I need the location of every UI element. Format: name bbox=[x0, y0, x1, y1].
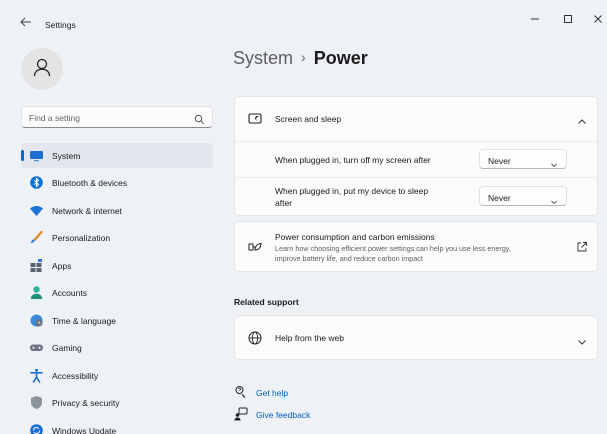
external-link-icon[interactable] bbox=[576, 240, 588, 252]
app-title: Settings bbox=[45, 20, 76, 30]
chevron-down-icon[interactable] bbox=[577, 334, 587, 345]
sidebar-item-label: Apps bbox=[52, 261, 72, 271]
monitor-icon bbox=[29, 148, 44, 163]
sleep-dropdown[interactable]: Never bbox=[479, 186, 567, 206]
sidebar-item-gaming[interactable]: Gaming bbox=[21, 335, 213, 360]
apps-icon bbox=[29, 258, 44, 273]
feedback-icon bbox=[234, 407, 248, 421]
sleep-label-line1: When plugged in, put my device to sleep bbox=[275, 186, 429, 196]
sidebar-item-apps[interactable]: Apps bbox=[21, 253, 213, 278]
divider bbox=[235, 141, 597, 142]
divider bbox=[235, 177, 597, 178]
search-placeholder: Find a setting bbox=[29, 113, 81, 123]
gamepad-icon bbox=[29, 340, 44, 355]
sidebar-item-label: System bbox=[52, 151, 81, 161]
back-arrow-icon[interactable] bbox=[18, 14, 34, 30]
globe-icon bbox=[247, 330, 263, 346]
screen-sleep-title: Screen and sleep bbox=[275, 114, 342, 124]
sidebar-item-label: Network & internet bbox=[52, 206, 122, 216]
chevron-up-icon[interactable] bbox=[577, 114, 587, 124]
minimize-button[interactable] bbox=[528, 12, 542, 26]
help-from-web-title: Help from the web bbox=[275, 333, 344, 343]
sidebar-item-label: Accessibility bbox=[52, 371, 99, 381]
sidebar-item-label: Personalization bbox=[52, 233, 111, 243]
update-icon bbox=[29, 423, 44, 434]
page-title: Power bbox=[313, 48, 368, 68]
power-carbon-card[interactable]: Power consumption and carbon emissions L… bbox=[234, 221, 598, 272]
sidebar-item-label: Windows Update bbox=[52, 426, 117, 434]
screen-sleep-icon bbox=[247, 111, 263, 127]
wifi-icon bbox=[29, 203, 44, 218]
sidebar-item-bluetooth[interactable]: Bluetooth & devices bbox=[21, 170, 213, 195]
sidebar-item-label: Gaming bbox=[52, 343, 82, 353]
help-person-icon bbox=[234, 385, 248, 399]
screen-sleep-card: Screen and sleep When plugged in, turn o… bbox=[234, 96, 598, 216]
screen-off-label: When plugged in, turn off my screen afte… bbox=[275, 155, 431, 165]
screen-sleep-header[interactable]: Screen and sleep bbox=[235, 97, 597, 141]
power-carbon-desc-line1: Learn how choosing efficient power setti… bbox=[275, 244, 511, 253]
sidebar-item-system[interactable]: System bbox=[21, 143, 213, 168]
close-button[interactable] bbox=[591, 12, 605, 26]
selection-indicator bbox=[21, 150, 24, 161]
bluetooth-icon bbox=[29, 175, 44, 190]
related-support-heading: Related support bbox=[234, 297, 299, 307]
person-icon bbox=[29, 285, 44, 300]
dropdown-value: Never bbox=[488, 193, 511, 203]
help-from-web-card[interactable]: Help from the web bbox=[234, 315, 598, 360]
sidebar-item-label: Accounts bbox=[52, 288, 87, 298]
accessibility-icon bbox=[29, 368, 44, 383]
sidebar-item-personalization[interactable]: Personalization bbox=[21, 225, 213, 250]
sidebar-item-label: Bluetooth & devices bbox=[52, 178, 128, 188]
sidebar-item-privacy-security[interactable]: Privacy & security bbox=[21, 390, 213, 415]
sidebar-item-accounts[interactable]: Accounts bbox=[21, 280, 213, 305]
screen-off-dropdown[interactable]: Never bbox=[479, 149, 567, 169]
sidebar-item-accessibility[interactable]: Accessibility bbox=[21, 363, 213, 388]
sidebar-item-network[interactable]: Network & internet bbox=[21, 198, 213, 223]
search-icon[interactable] bbox=[194, 112, 205, 125]
globe-clock-icon bbox=[29, 313, 44, 328]
maximize-button[interactable] bbox=[561, 12, 575, 26]
title-bar: Settings bbox=[0, 0, 607, 36]
breadcrumb-separator: › bbox=[301, 49, 306, 65]
sidebar-item-windows-update[interactable]: Windows Update bbox=[21, 418, 213, 434]
power-carbon-desc-line2: improve battery life, and reduce carbon … bbox=[275, 254, 423, 263]
dropdown-value: Never bbox=[488, 156, 511, 166]
chevron-down-icon bbox=[550, 156, 558, 168]
get-help-label[interactable]: Get help bbox=[256, 388, 288, 398]
sidebar-item-label: Privacy & security bbox=[52, 398, 120, 408]
search-input[interactable]: Find a setting bbox=[21, 106, 213, 128]
shield-icon bbox=[29, 395, 44, 410]
user-avatar[interactable] bbox=[21, 48, 63, 90]
sidebar-item-label: Time & language bbox=[52, 316, 116, 326]
power-carbon-title: Power consumption and carbon emissions bbox=[275, 232, 435, 242]
leaf-power-icon bbox=[247, 239, 263, 255]
brush-icon bbox=[29, 230, 44, 245]
breadcrumb-parent[interactable]: System bbox=[233, 48, 293, 68]
person-icon bbox=[31, 56, 53, 83]
breadcrumb: System › Power bbox=[233, 48, 368, 69]
sleep-label-line2: after bbox=[275, 198, 293, 208]
sidebar-item-time-language[interactable]: Time & language bbox=[21, 308, 213, 333]
give-feedback-label[interactable]: Give feedback bbox=[256, 410, 310, 420]
chevron-down-icon bbox=[550, 193, 558, 205]
